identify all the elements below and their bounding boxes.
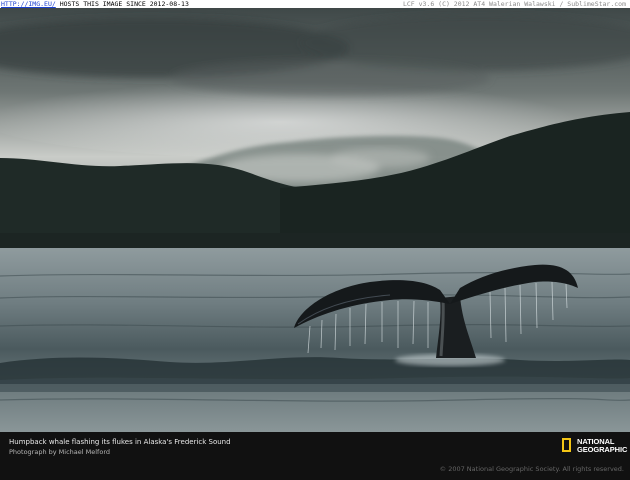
host-text: HOSTS THIS IMAGE SINCE 2012-08-13 <box>59 0 189 8</box>
logo-text: NATIONAL GEOGRAPHIC <box>577 437 628 454</box>
yellow-frame-icon <box>562 438 571 452</box>
banner-left: HTTP://IMG.EU/ HOSTS THIS IMAGE SINCE 20… <box>1 0 189 8</box>
hosting-banner: HTTP://IMG.EU/ HOSTS THIS IMAGE SINCE 20… <box>0 0 630 8</box>
copyright-notice: © 2007 National Geographic Society. All … <box>439 465 624 473</box>
shore-base <box>0 233 630 250</box>
host-link[interactable]: HTTP://IMG.EU/ <box>1 0 56 8</box>
caption-bar: Humpback whale flashing its flukes in Al… <box>0 432 630 480</box>
banner-credit: LCF v3.6 (C) 2012 AT4 Walerian Walawski … <box>402 0 626 8</box>
whale-photo <box>0 8 630 432</box>
photo-credit: Photograph by Michael Melford <box>9 448 110 456</box>
caption-title: Humpback whale flashing its flukes in Al… <box>9 438 231 446</box>
national-geographic-logo[interactable]: NATIONAL GEOGRAPHIC <box>562 437 628 458</box>
